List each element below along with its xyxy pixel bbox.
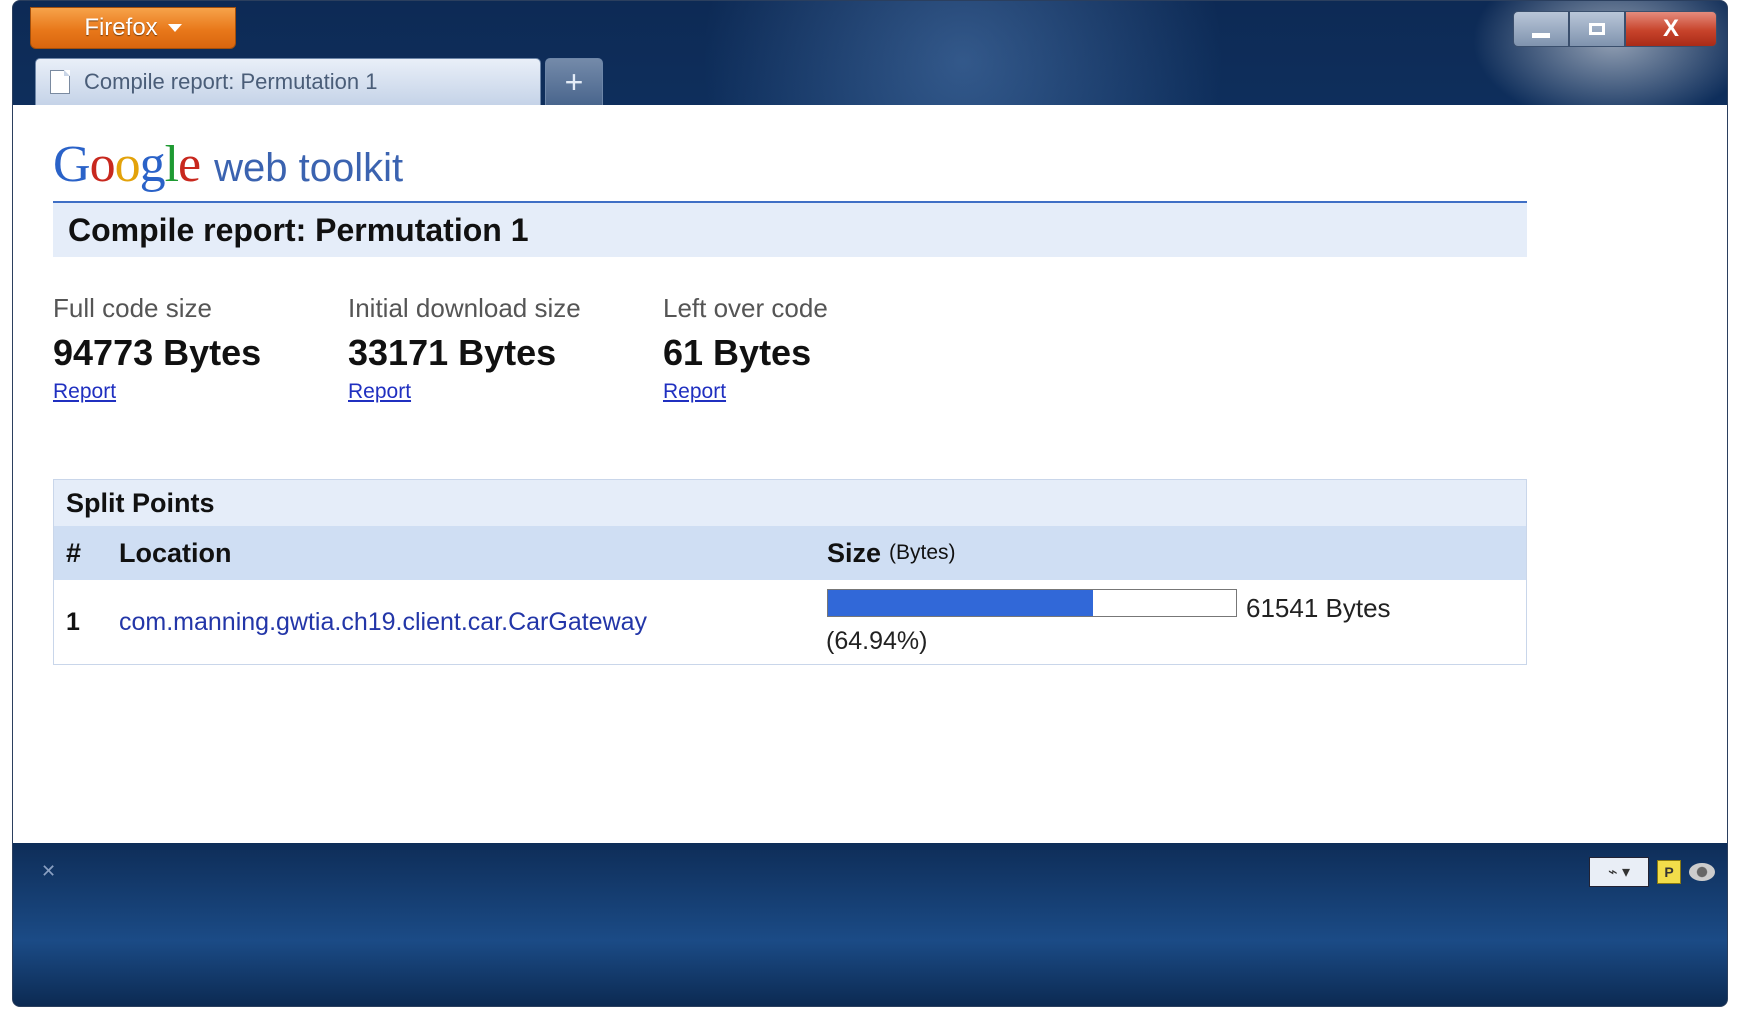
status-icons: ⌁ ▾ P [1589, 857, 1715, 887]
web-toolkit-logo-text: web toolkit [214, 146, 404, 190]
browser-window: Firefox X Compile report: Permutation 1 … [12, 0, 1728, 1007]
plus-icon: + [564, 64, 584, 100]
google-logo-letter: e [178, 136, 201, 193]
tab-title: Compile report: Permutation 1 [84, 69, 378, 94]
column-header-size: Size (Bytes) [827, 526, 956, 580]
size-bytes: 61541 Bytes [1246, 593, 1391, 623]
minimize-icon [1532, 32, 1550, 38]
stat-label: Initial download size [348, 293, 581, 323]
google-logo-letter: o [114, 136, 141, 193]
google-logo: Google [53, 135, 201, 194]
size-bar [827, 589, 1237, 617]
browser-tab[interactable]: Compile report: Permutation 1 [35, 58, 541, 105]
table-row: 1 com.manning.gwtia.ch19.client.car.CarG… [54, 580, 1526, 664]
minimize-button[interactable] [1513, 11, 1569, 47]
stat-full-code-size: Full code size 94773 Bytes Report [53, 293, 261, 404]
stat-initial-download-size: Initial download size 33171 Bytes Report [348, 293, 581, 404]
eye-icon[interactable] [1689, 863, 1715, 881]
new-tab-button[interactable]: + [545, 58, 603, 106]
size-unit-label: (Bytes) [889, 541, 956, 564]
maximize-icon [1589, 23, 1605, 35]
google-logo-letter: o [89, 136, 116, 193]
page-title: Compile report: Permutation 1 [68, 211, 529, 248]
column-header-num: # [66, 537, 82, 568]
google-logo-letter: g [139, 136, 166, 193]
close-addon-bar-icon[interactable]: ✕ [41, 861, 56, 882]
google-logo-letter: G [53, 136, 91, 193]
window-controls: X [1513, 11, 1717, 47]
gwt-logo: Google web toolkit [53, 135, 403, 194]
page-content: Google web toolkit Compile report: Permu… [13, 105, 1727, 843]
stat-left-over-code: Left over code 61 Bytes Report [663, 293, 828, 404]
maximize-button[interactable] [1569, 11, 1625, 47]
status-bar: ✕ ⌁ ▾ P [13, 843, 1727, 1006]
size-header-label: Size [827, 537, 882, 568]
report-link-initial-download[interactable]: Report [348, 380, 411, 404]
size-percent: (64.94%) [826, 627, 928, 655]
size-bar-fill [828, 590, 1093, 616]
stat-value: 33171 Bytes [348, 332, 557, 373]
split-points-title: Split Points [54, 480, 1526, 526]
stat-label: Full code size [53, 293, 212, 323]
stat-value: 94773 Bytes [53, 332, 262, 373]
firefox-menu-label: Firefox [84, 14, 158, 41]
report-link-full-code[interactable]: Report [53, 380, 116, 404]
report-link-left-over[interactable]: Report [663, 380, 726, 404]
addon-icon[interactable]: ⌁ ▾ [1589, 857, 1649, 887]
page-icon [50, 70, 70, 94]
stat-value: 61 Bytes [663, 332, 812, 373]
google-logo-letter: l [164, 136, 179, 193]
split-points-table: Split Points # Location Size (Bytes) 1 c… [53, 479, 1527, 665]
close-icon: X [1662, 15, 1679, 42]
split-point-location-link[interactable]: com.manning.gwtia.ch19.client.car.CarGat… [119, 608, 647, 637]
firefox-menu-button[interactable]: Firefox [30, 7, 236, 49]
report-header: Compile report: Permutation 1 [53, 201, 1527, 257]
row-number: 1 [66, 608, 80, 636]
stat-label: Left over code [663, 293, 828, 323]
note-icon[interactable]: P [1657, 860, 1681, 884]
close-window-button[interactable]: X [1625, 11, 1717, 47]
table-header: # Location Size (Bytes) [54, 526, 1526, 580]
dropdown-caret-icon [167, 24, 182, 32]
column-header-location: Location [119, 537, 232, 568]
